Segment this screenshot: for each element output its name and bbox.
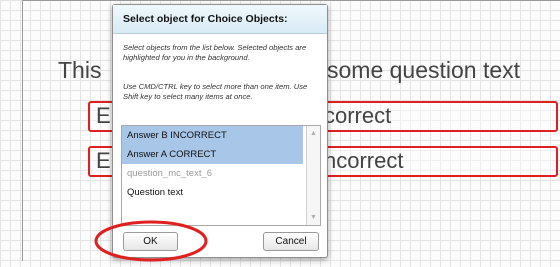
ok-button[interactable]: OK — [123, 232, 178, 251]
answer-a-left-text: E — [96, 103, 111, 128]
dialog-title: Select object for Choice Objects: — [113, 5, 327, 34]
question-text-right: some question text — [327, 57, 521, 83]
answer-b-left-text: E — [96, 148, 111, 173]
dialog-instruction-2: Use CMD/CTRL key to select more than one… — [123, 82, 308, 101]
answer-a-right-text: correct — [324, 103, 392, 128]
object-listbox[interactable]: Answer B INCORRECT Answer A CORRECT ques… — [121, 125, 321, 226]
list-item-question-text[interactable]: Question text — [122, 183, 303, 202]
list-item-answer-b[interactable]: Answer B INCORRECT — [122, 126, 303, 145]
answer-b-right-text: ncorrect — [324, 148, 404, 173]
scroll-down-arrow-icon[interactable]: ▼ — [309, 213, 318, 222]
dialog-instruction-1: Select objects from the list below. Sele… — [123, 43, 307, 62]
question-text-left: This — [58, 57, 102, 83]
list-scrollbar[interactable]: ▲ ▼ — [306, 126, 320, 225]
list-item-answer-a[interactable]: Answer A CORRECT — [122, 145, 303, 164]
cancel-button[interactable]: Cancel — [263, 232, 319, 251]
select-object-dialog: Select object for Choice Objects: Select… — [112, 4, 328, 258]
scroll-up-arrow-icon[interactable]: ▲ — [309, 129, 318, 138]
list-item-question-mc-text[interactable]: question_mc_text_6 — [122, 164, 303, 183]
